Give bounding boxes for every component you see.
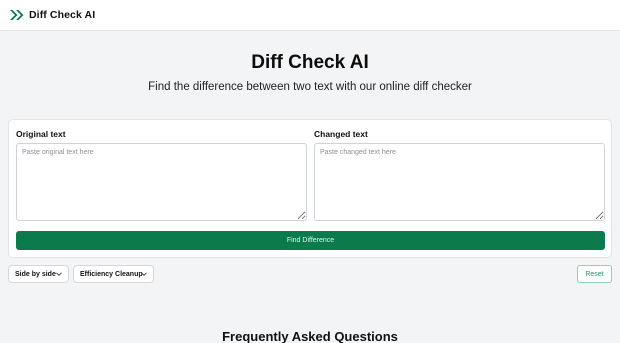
top-header: Diff Check AI — [0, 0, 620, 31]
original-text-input[interactable] — [16, 143, 307, 221]
double-chevron-right-icon[interactable] — [9, 9, 25, 21]
page-subtitle: Find the difference between two text wit… — [148, 81, 472, 93]
view-mode-value: Side by side — [15, 270, 56, 278]
page-title: Diff Check AI — [251, 52, 369, 73]
find-difference-button[interactable]: Find Difference — [16, 231, 605, 250]
cleanup-mode-select[interactable]: Efficiency Cleanup — [73, 265, 154, 283]
faq-heading: Frequently Asked Questions — [222, 329, 398, 343]
changed-text-label: Changed text — [314, 129, 368, 139]
original-text-label: Original text — [16, 129, 66, 139]
cleanup-mode-value: Efficiency Cleanup — [80, 270, 143, 278]
reset-button[interactable]: Reset — [577, 265, 612, 283]
brand-name[interactable]: Diff Check AI — [29, 9, 95, 21]
diff-input-card: Original text Changed text Find Differen… — [8, 119, 612, 258]
view-mode-select[interactable]: Side by side — [8, 265, 69, 283]
chevron-down-icon — [56, 272, 62, 276]
chevron-down-icon — [141, 272, 147, 276]
changed-text-input[interactable] — [314, 143, 605, 221]
